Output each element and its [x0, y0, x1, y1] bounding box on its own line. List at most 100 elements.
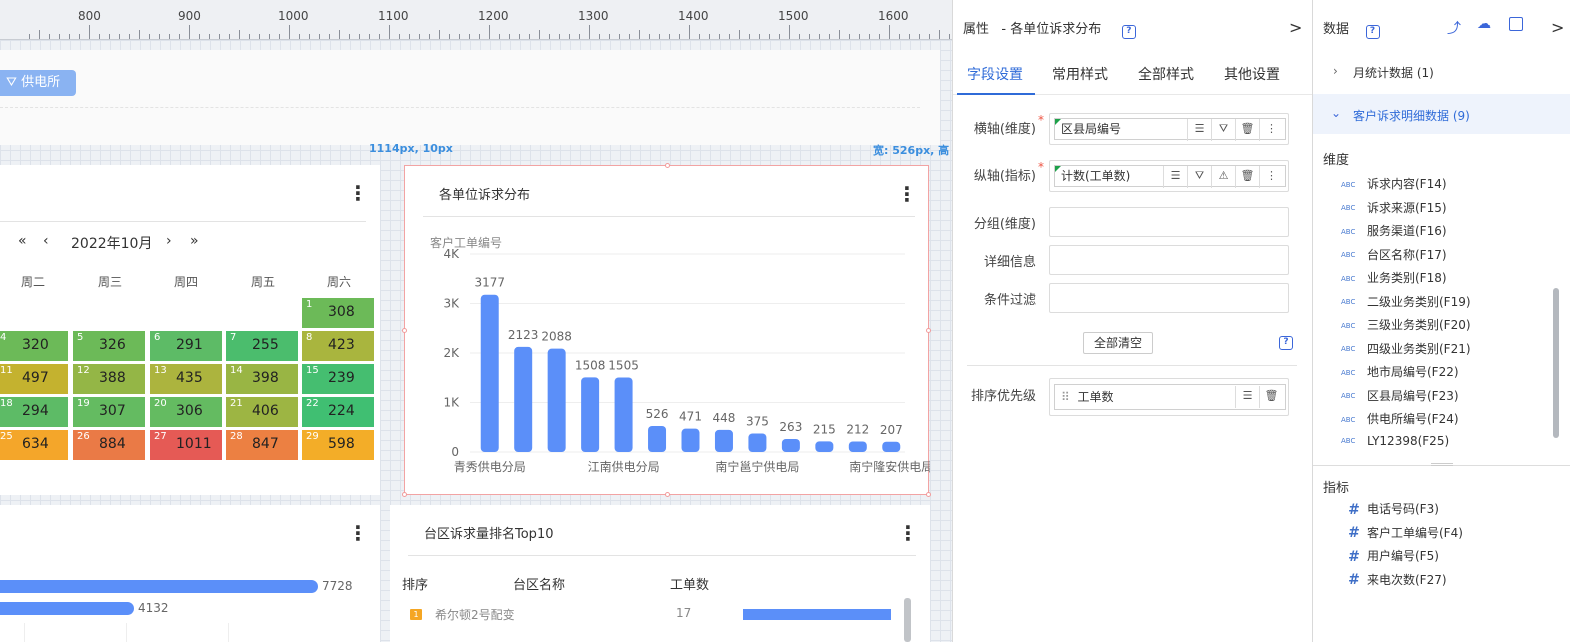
y-axis-pill[interactable]: 计数(工单数) ☰ ⛛ ⚠ 🗑 ⋮: [1054, 165, 1286, 188]
more-icon[interactable]: ⋮: [348, 523, 368, 543]
tab-other-settings[interactable]: 其他设置: [1224, 64, 1280, 84]
resize-handle[interactable]: [926, 328, 931, 333]
prev-year-icon[interactable]: «: [18, 233, 27, 249]
more-icon[interactable]: ⋮: [1259, 166, 1283, 188]
props-tabs: 字段设置 常用样式 全部样式 其他设置: [953, 50, 1313, 95]
sort-icon[interactable]: ☰: [1163, 166, 1187, 188]
dimension-field[interactable]: ABC 区县局编号(F23): [1341, 387, 1459, 404]
calendar-day-cell[interactable]: 15 239: [302, 364, 374, 394]
calendar-day-cell[interactable]: 4 320: [0, 331, 68, 361]
more-icon[interactable]: ⋮: [348, 183, 368, 203]
delete-icon[interactable]: 🗑: [1235, 119, 1259, 141]
dimension-field[interactable]: ABC 地市局编号(F22): [1341, 363, 1459, 380]
resize-handle[interactable]: [665, 163, 670, 168]
calendar-day-cell[interactable]: 7 255: [226, 331, 298, 361]
collapse-icon[interactable]: >: [1289, 18, 1302, 37]
dataset-group[interactable]: › 月统计数据 (1): [1313, 52, 1570, 92]
ruler-tick: [429, 34, 430, 39]
resize-handle[interactable]: [665, 492, 670, 497]
calendar-day-cell[interactable]: 19 307: [73, 397, 145, 427]
next-month-icon[interactable]: ›: [166, 233, 172, 249]
dimension-field[interactable]: ABC 台区名称(F17): [1341, 246, 1447, 263]
detail-field[interactable]: [1049, 245, 1289, 275]
ruler-tick: [659, 34, 660, 39]
calendar-day-cell[interactable]: 18 294: [0, 397, 68, 427]
ruler-tick: [369, 34, 370, 39]
sort-icon[interactable]: ☰: [1187, 119, 1211, 141]
bar-chart-card[interactable]: 各单位诉求分布 ⋮ 客户工单编号 0 1K 2K 3K 4K 3177 2123 2088 150…: [402, 163, 931, 497]
tab-all-style[interactable]: 全部样式: [1138, 64, 1194, 84]
metric-field[interactable]: # 用户编号(F5): [1341, 547, 1439, 565]
calendar-day-cell[interactable]: 21 406: [226, 397, 298, 427]
calendar-day-cell[interactable]: 26 884: [73, 430, 145, 460]
splitter-handle[interactable]: [1431, 463, 1453, 466]
filter-icon[interactable]: ⛛: [1211, 119, 1235, 141]
upload-icon[interactable]: ☁: [1477, 16, 1491, 32]
filter-icon[interactable]: ⛛: [1187, 166, 1211, 188]
dimension-field[interactable]: ABC 诉求来源(F15): [1341, 199, 1447, 216]
data-header: 数据 ?: [1323, 18, 1380, 39]
calendar-day-cell[interactable]: 11 497: [0, 364, 68, 394]
sort-icon[interactable]: ☰: [1235, 386, 1259, 408]
calendar-day-cell[interactable]: 29 598: [302, 430, 374, 460]
dimension-field[interactable]: ABC 二级业务类别(F19): [1341, 293, 1471, 310]
ruler-tick: [119, 34, 120, 39]
next-year-icon[interactable]: »: [190, 233, 199, 249]
resize-handle[interactable]: [402, 492, 407, 497]
filter-button-power-station[interactable]: ⛛ 供电所: [0, 70, 76, 96]
warning-icon[interactable]: ⚠: [1211, 166, 1235, 188]
metric-field[interactable]: # 电话号码(F3): [1341, 500, 1439, 518]
metric-field[interactable]: # 来电次数(F27): [1341, 571, 1446, 588]
dimension-field[interactable]: ABC 供电所编号(F24): [1341, 410, 1459, 427]
dimension-field[interactable]: ABC 诉求内容(F14): [1341, 175, 1447, 192]
condition-filter-field[interactable]: [1049, 283, 1289, 313]
delete-icon[interactable]: 🗑: [1235, 166, 1259, 188]
x-axis-pill[interactable]: 区县局编号 ☰ ⛛ 🗑 ⋮: [1054, 118, 1286, 141]
calendar-day-cell[interactable]: 6 291: [150, 331, 222, 361]
dimension-field[interactable]: ABC 四级业务类别(F21): [1341, 340, 1471, 357]
more-icon[interactable]: ⋮: [898, 523, 918, 543]
help-icon[interactable]: ?: [1365, 25, 1380, 39]
edit-icon[interactable]: [1509, 17, 1523, 31]
scrollbar[interactable]: [1553, 288, 1559, 438]
table-scrollbar[interactable]: [904, 598, 911, 642]
resize-handle[interactable]: [926, 492, 931, 497]
calendar-day-cell[interactable]: 28 847: [226, 430, 298, 460]
x-axis-field[interactable]: 区县局编号 ☰ ⛛ 🗑 ⋮: [1049, 113, 1289, 145]
calendar-day-cell[interactable]: 22 224: [302, 397, 374, 427]
sort-pill[interactable]: ⠿ 工单数 ☰ 🗑: [1054, 384, 1286, 410]
calendar-day-cell[interactable]: 27 1011: [150, 430, 222, 460]
calendar-day-cell[interactable]: 13 435: [150, 364, 222, 394]
more-icon[interactable]: ⋮: [1259, 119, 1283, 141]
calendar-day-cell[interactable]: 12 388: [73, 364, 145, 394]
metric-field[interactable]: # 客户工单编号(F4): [1341, 524, 1463, 541]
calendar-day-cell[interactable]: 1 308: [302, 298, 374, 328]
tab-common-style[interactable]: 常用样式: [1052, 64, 1108, 84]
ruler-tick: [839, 30, 840, 39]
collapse-icon[interactable]: >: [1551, 18, 1564, 37]
calendar-day-cell[interactable]: 8 423: [302, 331, 374, 361]
sort-priority-field[interactable]: ⠿ 工单数 ☰ 🗑: [1049, 378, 1289, 416]
dimension-field[interactable]: ABC 三级业务类别(F20): [1341, 316, 1471, 333]
calendar-day-cell[interactable]: 14 398: [226, 364, 298, 394]
dimension-field[interactable]: ABC 服务渠道(F16): [1341, 222, 1447, 239]
calendar-day-cell[interactable]: 5 326: [73, 331, 145, 361]
prev-month-icon[interactable]: ‹: [43, 233, 49, 249]
y-axis-field[interactable]: 计数(工单数) ☰ ⛛ ⚠ 🗑 ⋮: [1049, 160, 1289, 192]
calendar-day-cell[interactable]: 20 306: [150, 397, 222, 427]
help-icon[interactable]: ?: [1279, 336, 1293, 350]
number-type-icon: #: [1348, 548, 1360, 565]
link-icon[interactable]: ⤴: [1447, 18, 1461, 38]
dimension-field[interactable]: ABC 业务类别(F18): [1341, 269, 1447, 286]
calendar-day-cell[interactable]: 25 634: [0, 430, 68, 460]
delete-icon[interactable]: 🗑: [1259, 386, 1283, 408]
group-field[interactable]: [1049, 207, 1289, 237]
clear-all-button[interactable]: 全部清空: [1083, 332, 1153, 354]
resize-handle[interactable]: [402, 328, 407, 333]
weekday-label: 周六: [326, 275, 351, 289]
dataset-group[interactable]: ⌄ 客户诉求明细数据 (9): [1313, 94, 1570, 134]
help-icon[interactable]: ?: [1121, 25, 1136, 39]
drag-handle-icon[interactable]: ⠿: [1061, 390, 1070, 404]
dimension-field[interactable]: ABC LY12398(F25): [1341, 434, 1449, 448]
tab-field-settings[interactable]: 字段设置: [967, 64, 1023, 84]
